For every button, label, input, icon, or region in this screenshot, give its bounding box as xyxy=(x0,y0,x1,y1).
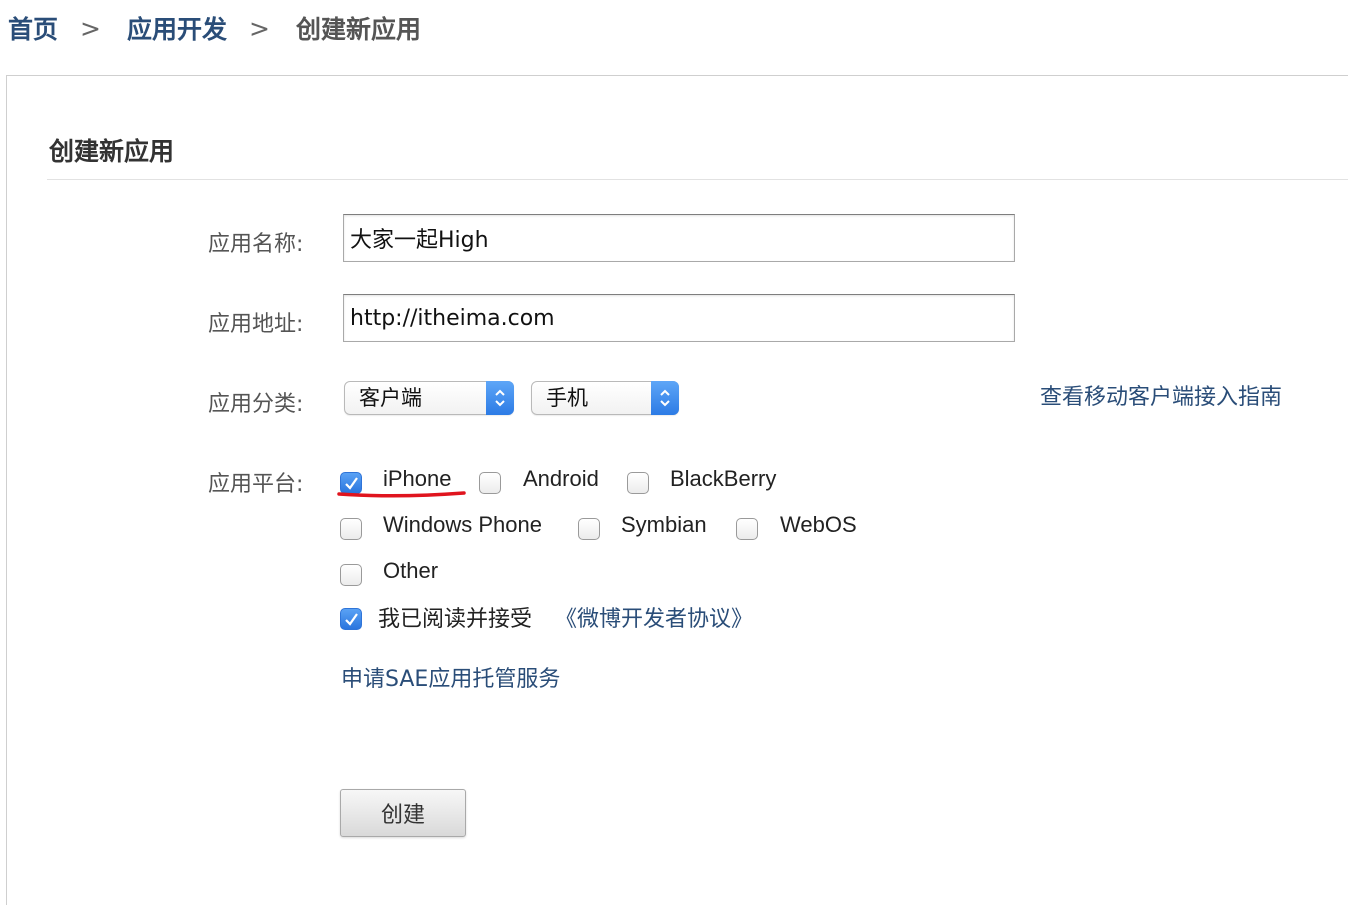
breadcrumb-app-dev-link[interactable]: 应用开发 xyxy=(127,10,227,46)
platform-label-blackberry: BlackBerry xyxy=(670,466,777,491)
app-name-input[interactable] xyxy=(343,214,1015,262)
select-arrows-icon xyxy=(651,381,679,415)
annotation-underline xyxy=(337,491,466,498)
app-name-label: 应用名称: xyxy=(208,232,304,257)
breadcrumb-separator: > xyxy=(248,13,270,43)
category-select-type[interactable]: 客户端 xyxy=(344,381,514,415)
create-button[interactable]: 创建 xyxy=(340,789,466,837)
platform-label-other: Other xyxy=(383,558,439,583)
mobile-client-guide-link[interactable]: 查看移动客户端接入指南 xyxy=(1040,379,1282,411)
developer-agreement-link[interactable]: 《微博开发者协议》 xyxy=(555,601,753,633)
platform-label-symbian: Symbian xyxy=(621,512,707,537)
app-url-input[interactable] xyxy=(343,294,1015,342)
checkmark-icon xyxy=(345,613,358,626)
agree-checkbox[interactable] xyxy=(340,608,362,630)
platform-checkbox-other[interactable] xyxy=(340,564,362,586)
select-arrows-icon xyxy=(486,381,514,415)
category-select-type-value: 客户端 xyxy=(359,386,422,410)
platform-checkbox-webos[interactable] xyxy=(736,518,758,540)
breadcrumb-separator: > xyxy=(80,13,101,43)
breadcrumb: 首页 > 应用开发 > 创建新应用 xyxy=(8,8,421,48)
platform-checkbox-windows-phone[interactable] xyxy=(340,518,362,540)
app-platform-label: 应用平台: xyxy=(208,472,304,497)
app-category-label: 应用分类: xyxy=(208,392,304,417)
app-url-label: 应用地址: xyxy=(208,312,304,337)
panel-title: 创建新应用 xyxy=(49,137,175,166)
platform-checkbox-symbian[interactable] xyxy=(578,518,600,540)
breadcrumb-current: 创建新应用 xyxy=(295,15,421,44)
platform-label-windows-phone: Windows Phone xyxy=(383,512,542,537)
category-select-device-value: 手机 xyxy=(546,386,588,410)
sae-hosting-link[interactable]: 申请SAE应用托管服务 xyxy=(341,661,560,693)
breadcrumb-home-link[interactable]: 首页 xyxy=(8,10,58,46)
platform-label-android: Android xyxy=(523,466,599,491)
category-select-device[interactable]: 手机 xyxy=(531,381,679,415)
platform-checkbox-android[interactable] xyxy=(479,472,501,494)
platform-checkbox-blackberry[interactable] xyxy=(627,472,649,494)
panel-divider xyxy=(47,179,1348,180)
platform-label-webos: WebOS xyxy=(780,512,857,537)
agree-text: 我已阅读并接受 xyxy=(378,607,533,632)
